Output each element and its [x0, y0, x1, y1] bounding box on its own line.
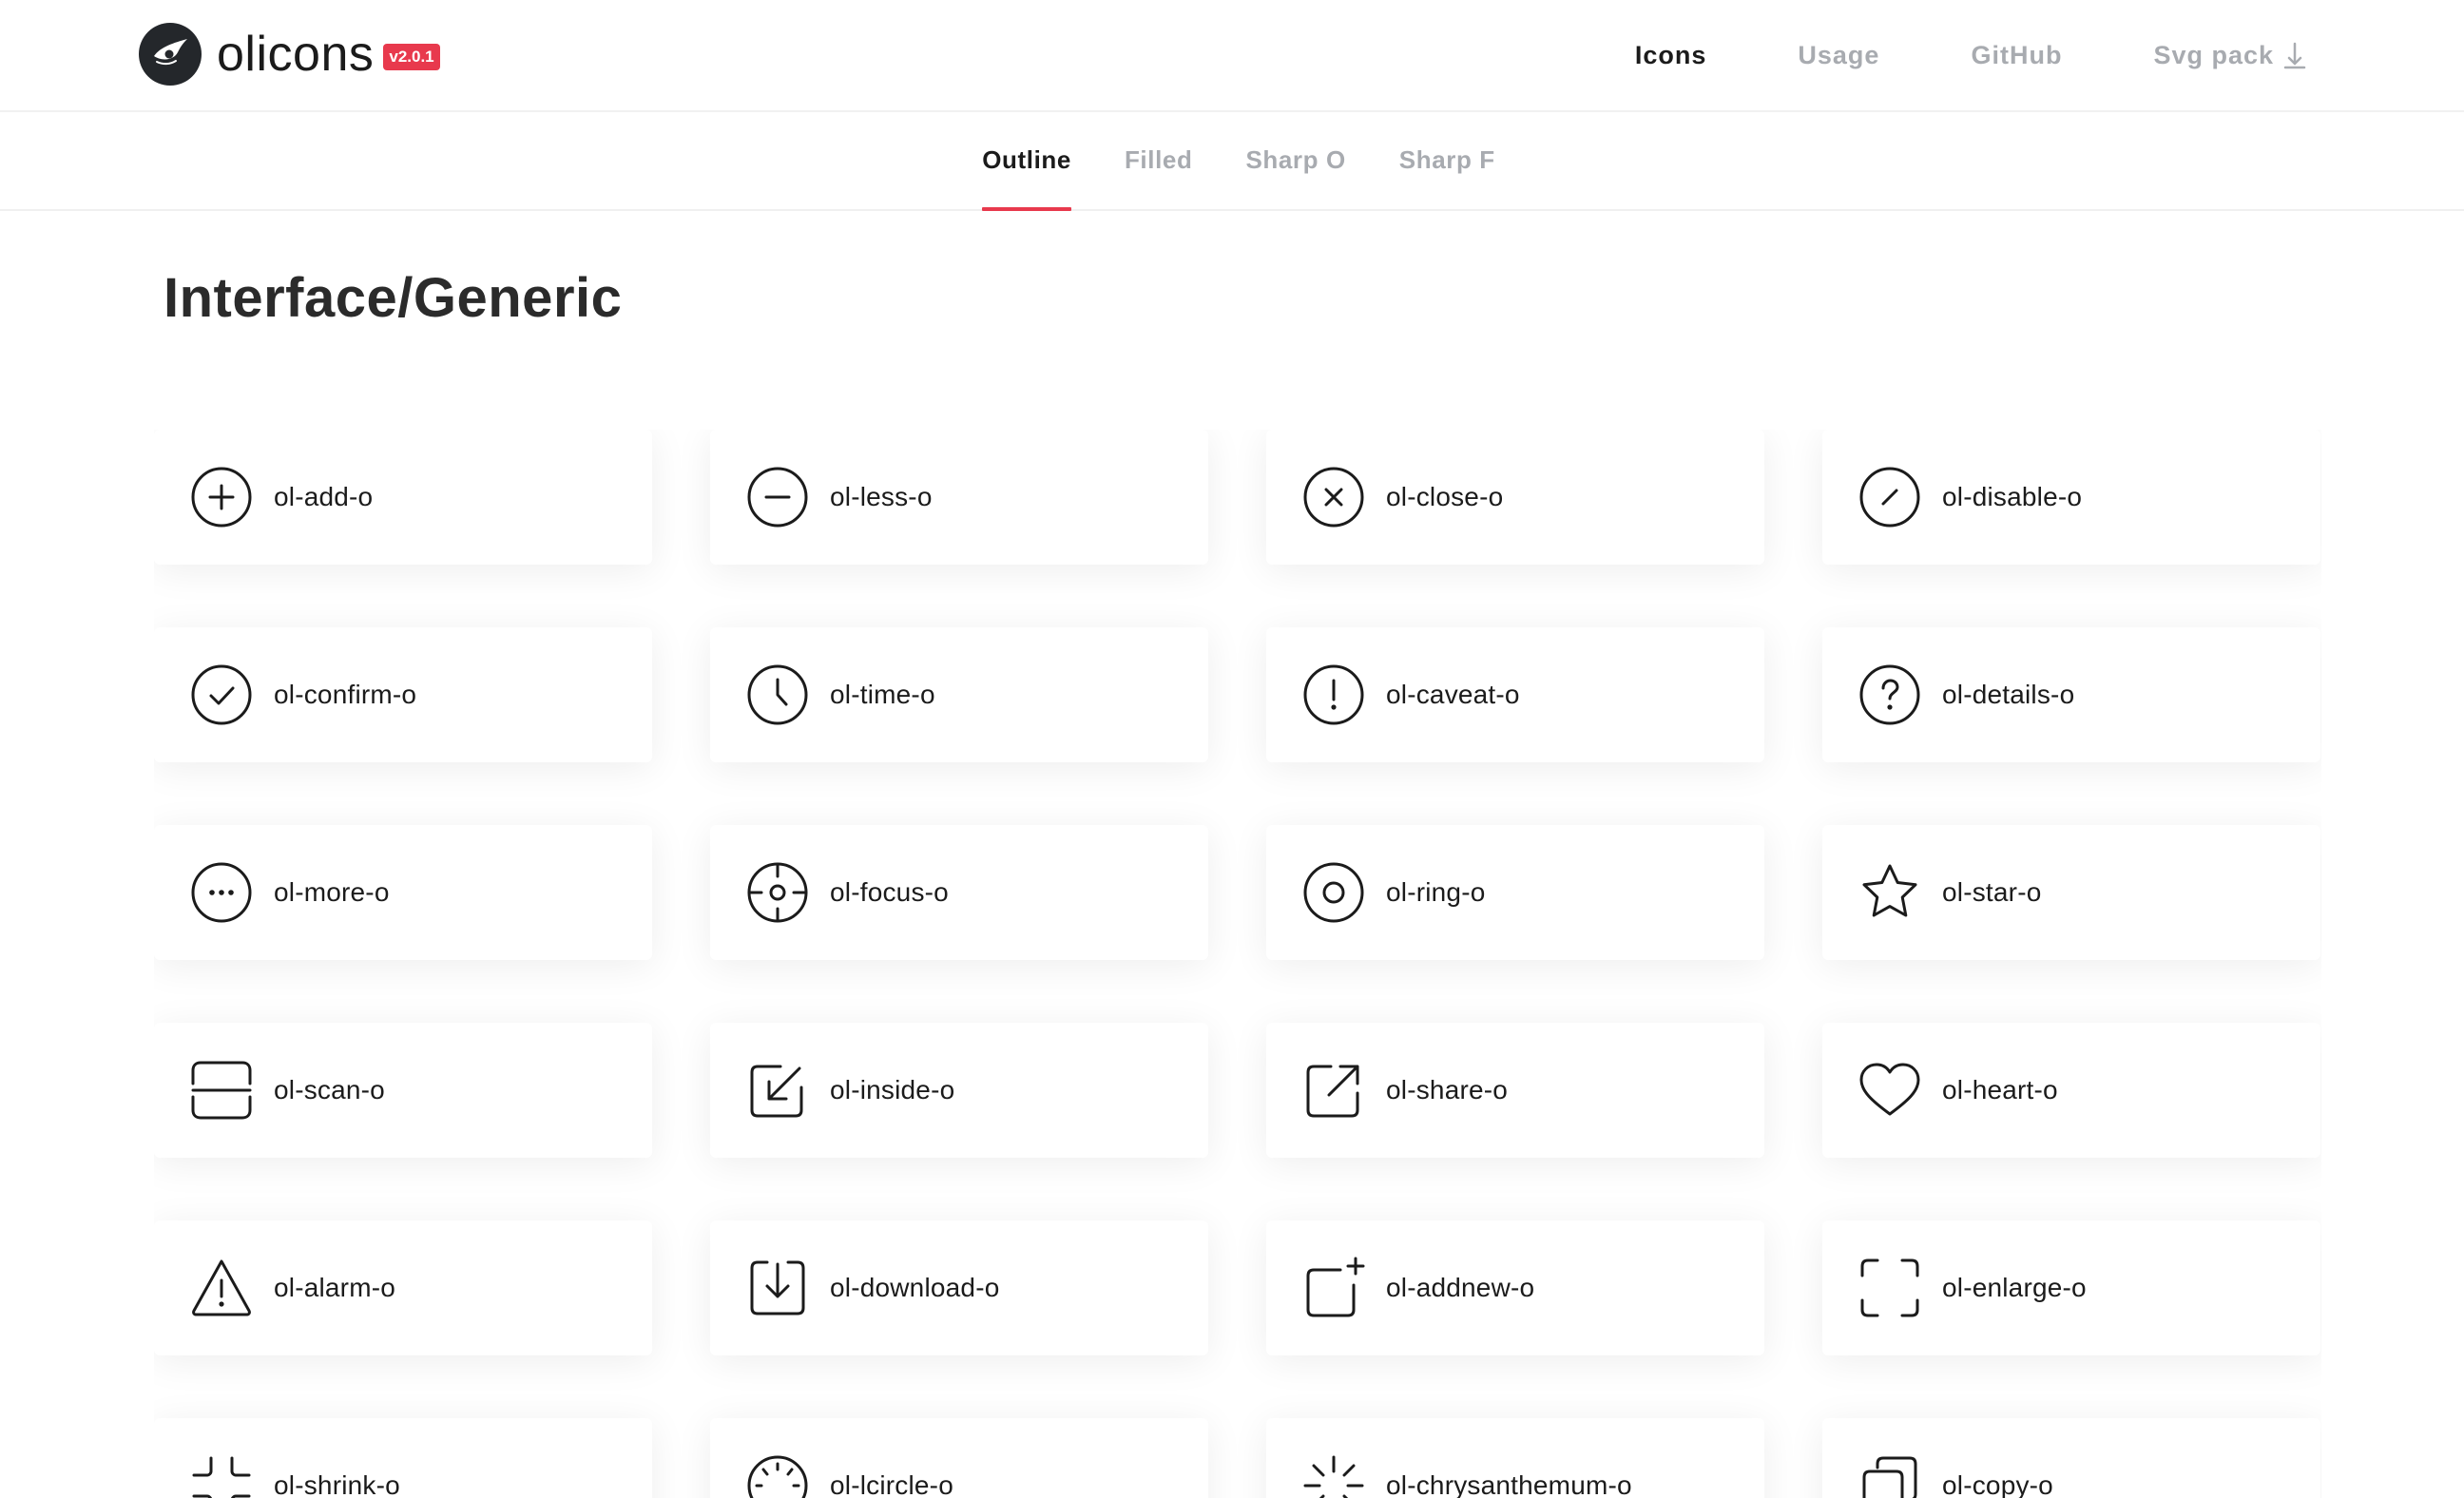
icon-label: ol-close-o	[1386, 482, 1504, 511]
download-icon	[746, 1257, 809, 1319]
scan-icon	[190, 1059, 253, 1122]
share-icon	[1302, 1059, 1365, 1122]
logo-eye-icon	[139, 23, 202, 86]
details-icon	[1858, 663, 1921, 726]
focus-icon	[746, 861, 809, 924]
style-tabs: Outline Filled Sharp O Sharp F	[0, 110, 2464, 211]
logo-text: olicons	[217, 27, 375, 82]
chrysanthemum-icon	[1302, 1454, 1365, 1498]
less-icon	[746, 466, 809, 528]
icon-card[interactable]: ol-more-o	[154, 825, 652, 960]
icon-card[interactable]: ol-caveat-o	[1266, 627, 1764, 762]
icon-label: ol-shrink-o	[274, 1470, 400, 1498]
icon-label: ol-alarm-o	[274, 1273, 396, 1302]
icon-card[interactable]: ol-enlarge-o	[1822, 1220, 2320, 1355]
nav-svg-pack-link[interactable]: Svg pack	[2153, 41, 2308, 70]
icon-label: ol-inside-o	[830, 1075, 955, 1104]
nav-usage-link[interactable]: Usage	[1798, 41, 1879, 70]
icon-card[interactable]: ol-focus-o	[710, 825, 1208, 960]
icon-label: ol-ring-o	[1386, 877, 1486, 907]
icon-card[interactable]: ol-alarm-o	[154, 1220, 652, 1355]
page: olicons v2.0.1 Icons Usage GitHub Svg pa…	[0, 0, 2464, 1498]
nav-github-link[interactable]: GitHub	[1971, 41, 2062, 70]
time-icon	[746, 663, 809, 726]
section-title: Interface/Generic	[164, 267, 623, 329]
icon-label: ol-star-o	[1942, 877, 2042, 907]
nav-icons-link[interactable]: Icons	[1635, 41, 1707, 70]
caveat-icon	[1302, 663, 1365, 726]
top-nav: Icons Usage GitHub Svg pack	[1544, 0, 2308, 110]
logo-link[interactable]: olicons v2.0.1	[139, 21, 440, 87]
icon-card[interactable]: ol-scan-o	[154, 1023, 652, 1158]
icon-card[interactable]: ol-disable-o	[1822, 430, 2320, 565]
more-icon	[190, 861, 253, 924]
enlarge-icon	[1858, 1257, 1921, 1319]
alarm-icon	[190, 1257, 253, 1319]
icon-card[interactable]: ol-ring-o	[1266, 825, 1764, 960]
version-badge: v2.0.1	[383, 44, 440, 70]
tab-outline[interactable]: Outline	[982, 110, 1071, 211]
icon-card[interactable]: ol-confirm-o	[154, 627, 652, 762]
star-icon	[1858, 861, 1921, 924]
icon-card[interactable]: ol-details-o	[1822, 627, 2320, 762]
icon-label: ol-more-o	[274, 877, 390, 907]
icon-card[interactable]: ol-heart-o	[1822, 1023, 2320, 1158]
icon-label: ol-addnew-o	[1386, 1273, 1535, 1302]
tab-filled[interactable]: Filled	[1125, 110, 1193, 209]
inside-icon	[746, 1059, 809, 1122]
icon-label: ol-enlarge-o	[1942, 1273, 2087, 1302]
icon-card[interactable]: ol-inside-o	[710, 1023, 1208, 1158]
icon-label: ol-heart-o	[1942, 1075, 2058, 1104]
ring-icon	[1302, 861, 1365, 924]
tab-sharp-f[interactable]: Sharp F	[1399, 110, 1495, 209]
icon-card[interactable]: ol-lcircle-o	[710, 1418, 1208, 1498]
icon-card[interactable]: ol-chrysanthemum-o	[1266, 1418, 1764, 1498]
add-icon	[190, 466, 253, 528]
icon-card[interactable]: ol-copy-o	[1822, 1418, 2320, 1498]
icon-grid: ol-add-o ol-less-o ol-close-o ol-disable…	[154, 430, 2321, 1498]
icon-card[interactable]: ol-addnew-o	[1266, 1220, 1764, 1355]
icon-label: ol-caveat-o	[1386, 680, 1520, 709]
download-arrow-icon	[2283, 42, 2306, 69]
icon-label: ol-scan-o	[274, 1075, 385, 1104]
icon-label: ol-copy-o	[1942, 1470, 2053, 1498]
icon-card[interactable]: ol-add-o	[154, 430, 652, 565]
icon-card[interactable]: ol-less-o	[710, 430, 1208, 565]
icon-card[interactable]: ol-share-o	[1266, 1023, 1764, 1158]
icon-label: ol-add-o	[274, 482, 374, 511]
confirm-icon	[190, 663, 253, 726]
tab-sharp-o[interactable]: Sharp O	[1245, 110, 1345, 209]
icon-label: ol-lcircle-o	[830, 1470, 953, 1498]
icon-label: ol-focus-o	[830, 877, 949, 907]
icon-label: ol-disable-o	[1942, 482, 2083, 511]
shrink-icon	[190, 1454, 253, 1498]
icon-label: ol-chrysanthemum-o	[1386, 1470, 1632, 1498]
icon-card[interactable]: ol-close-o	[1266, 430, 1764, 565]
icon-label: ol-details-o	[1942, 680, 2075, 709]
nav-svg-pack-label: Svg pack	[2153, 40, 2274, 69]
icon-card[interactable]: ol-shrink-o	[154, 1418, 652, 1498]
addnew-icon	[1302, 1257, 1365, 1319]
icon-label: ol-share-o	[1386, 1075, 1509, 1104]
lcircle-icon	[746, 1454, 809, 1498]
icon-card[interactable]: ol-download-o	[710, 1220, 1208, 1355]
copy-icon	[1858, 1454, 1921, 1498]
heart-icon	[1858, 1059, 1921, 1122]
icon-label: ol-download-o	[830, 1273, 1000, 1302]
icon-card[interactable]: ol-star-o	[1822, 825, 2320, 960]
close-icon	[1302, 466, 1365, 528]
disable-icon	[1858, 466, 1921, 528]
icon-label: ol-confirm-o	[274, 680, 417, 709]
top-header: olicons v2.0.1 Icons Usage GitHub Svg pa…	[0, 0, 2464, 112]
icon-label: ol-less-o	[830, 482, 933, 511]
icon-card[interactable]: ol-time-o	[710, 627, 1208, 762]
icon-label: ol-time-o	[830, 680, 935, 709]
